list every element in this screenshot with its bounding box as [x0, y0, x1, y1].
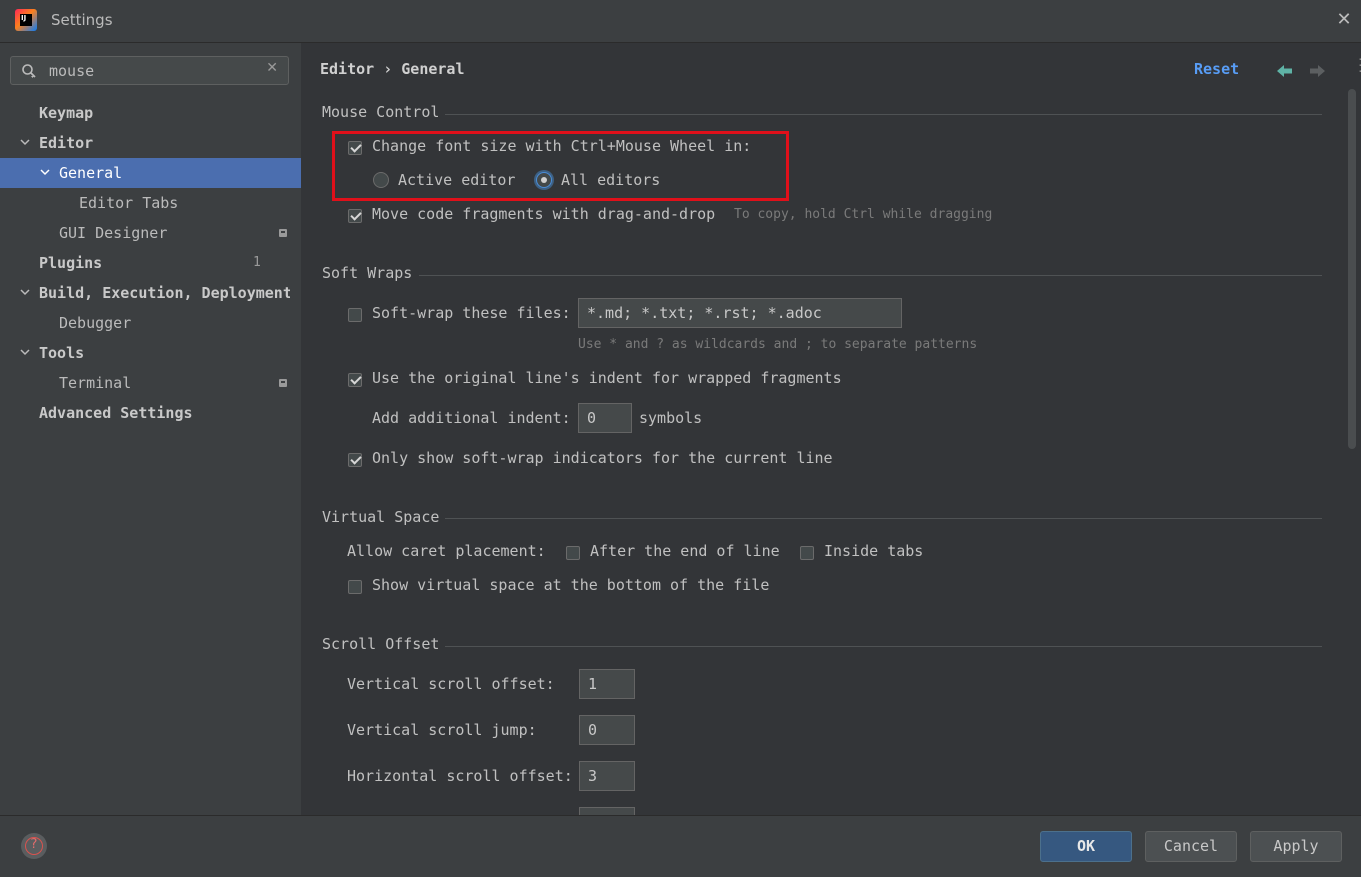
breadcrumb-current: General — [401, 60, 465, 78]
section-divider — [445, 518, 1322, 519]
tree-item-editor[interactable]: Editor — [0, 128, 301, 158]
horizontal-scroll-offset-label: Horizontal scroll offset: — [347, 767, 573, 785]
settings-tree: Keymap Editor General Editor Tabs GUI De… — [0, 98, 301, 428]
move-code-checkbox[interactable] — [348, 209, 362, 223]
chevron-down-icon[interactable] — [19, 128, 31, 158]
after-end-of-line-label: After the end of line — [590, 542, 780, 560]
section-title-soft-wraps: Soft Wraps — [322, 264, 413, 282]
section-divider — [445, 114, 1322, 115]
settings-content: Editor › General Reset ··· Mouse Control… — [301, 43, 1361, 815]
show-virtual-space-label: Show virtual space at the bottom of the … — [372, 576, 770, 594]
soft-wrap-hint: Use * and ? as wildcards and ; to separa… — [578, 337, 978, 352]
breadcrumb-parent[interactable]: Editor — [320, 60, 374, 78]
show-virtual-space-checkbox[interactable] — [348, 580, 362, 594]
horizontal-scroll-offset-field[interactable]: 3 — [579, 761, 635, 791]
after-end-of-line-checkbox[interactable] — [566, 546, 580, 560]
vertical-scroll-offset-field[interactable]: 1 — [579, 669, 635, 699]
allow-caret-label: Allow caret placement: — [347, 542, 546, 560]
tree-item-label: Tools — [39, 344, 85, 362]
soft-wrap-checkbox[interactable] — [348, 308, 362, 322]
tree-item-label: Terminal — [59, 374, 132, 392]
only-show-indicators-label: Only show soft-wrap indicators for the c… — [372, 449, 833, 467]
app-logo-icon: IJ — [15, 9, 37, 31]
highlight-annotation — [332, 131, 789, 201]
tree-item-gui-designer[interactable]: GUI Designer — [0, 218, 301, 248]
add-indent-field[interactable]: 0 — [578, 403, 632, 433]
search-value: mouse — [49, 62, 95, 80]
window-title: Settings — [51, 11, 113, 29]
tree-item-advanced-settings[interactable]: Advanced Settings — [0, 398, 301, 428]
vertical-scroll-jump-label: Vertical scroll jump: — [347, 721, 537, 739]
section-divider — [419, 275, 1322, 276]
clear-search-icon[interactable]: ✕ — [266, 60, 278, 76]
title-bar: IJ Settings ✕ — [0, 0, 1361, 43]
section-title-virtual-space: Virtual Space — [322, 508, 440, 526]
search-icon — [22, 64, 36, 78]
back-arrow-icon[interactable] — [1277, 64, 1293, 78]
project-level-icon — [279, 379, 287, 387]
reset-link[interactable]: Reset — [1194, 60, 1239, 78]
tree-item-build[interactable]: Build, Execution, Deployment — [0, 278, 301, 308]
tree-item-editor-tabs[interactable]: Editor Tabs — [0, 188, 301, 218]
chevron-down-icon[interactable] — [39, 158, 51, 188]
close-icon[interactable]: ✕ — [1334, 10, 1354, 30]
tree-item-terminal[interactable]: Terminal — [0, 368, 301, 398]
search-input[interactable]: mouse ✕ — [10, 56, 289, 85]
only-show-indicators-checkbox[interactable] — [348, 453, 362, 467]
tree-item-label: Keymap — [39, 104, 94, 122]
tree-item-debugger[interactable]: Debugger — [0, 308, 301, 338]
add-indent-label: Add additional indent: — [372, 409, 571, 427]
tree-item-label: Debugger — [59, 314, 132, 332]
tree-item-label: Editor — [39, 134, 94, 152]
add-indent-unit: symbols — [639, 409, 703, 427]
tree-item-label: Advanced Settings — [39, 404, 193, 422]
tree-item-keymap[interactable]: Keymap — [0, 98, 301, 128]
soft-wrap-patterns-field[interactable]: *.md; *.txt; *.rst; *.adoc — [578, 298, 902, 328]
original-indent-checkbox[interactable] — [348, 373, 362, 387]
tree-item-label: Editor Tabs — [79, 194, 179, 212]
settings-sidebar: mouse ✕ Keymap Editor General Editor Tab… — [0, 43, 301, 815]
vertical-scrollbar[interactable] — [1348, 89, 1356, 449]
chevron-down-icon[interactable] — [19, 338, 31, 368]
tree-item-general[interactable]: General — [0, 158, 301, 188]
move-code-label: Move code fragments with drag-and-drop — [372, 205, 716, 223]
tree-item-label: Plugins — [39, 254, 103, 272]
tree-item-plugins[interactable]: Plugins 1 — [0, 248, 301, 278]
more-options-icon[interactable]: ··· — [1357, 54, 1361, 77]
forward-arrow-icon[interactable] — [1309, 64, 1325, 78]
move-code-hint: To copy, hold Ctrl while dragging — [734, 207, 993, 222]
tree-item-label: Build, Execution, Deployment — [39, 284, 290, 302]
cancel-button[interactable]: Cancel — [1145, 831, 1237, 862]
section-title-scroll-offset: Scroll Offset — [322, 635, 440, 653]
original-indent-label: Use the original line's indent for wrapp… — [372, 369, 842, 387]
breadcrumb-separator: › — [383, 60, 393, 78]
vertical-scroll-jump-field[interactable]: 0 — [579, 715, 635, 745]
apply-button[interactable]: Apply — [1250, 831, 1342, 862]
dialog-footer: ? OK Cancel Apply — [0, 815, 1361, 877]
ok-button[interactable]: OK — [1040, 831, 1132, 862]
chevron-down-icon[interactable] — [19, 278, 31, 308]
project-level-icon — [279, 229, 287, 237]
section-title-mouse-control: Mouse Control — [322, 103, 440, 121]
tree-item-label: GUI Designer — [59, 224, 168, 242]
partially-visible-field[interactable] — [579, 807, 635, 815]
inside-tabs-checkbox[interactable] — [800, 546, 814, 560]
help-button[interactable]: ? — [21, 833, 47, 859]
tree-item-label: General — [59, 164, 123, 182]
plugins-count-badge: 1 — [253, 255, 261, 270]
soft-wrap-label: Soft-wrap these files: — [372, 304, 571, 322]
section-divider — [445, 646, 1322, 647]
breadcrumb: Editor › General — [320, 60, 465, 78]
help-icon: ? — [30, 837, 38, 852]
inside-tabs-label: Inside tabs — [824, 542, 924, 560]
vertical-scroll-offset-label: Vertical scroll offset: — [347, 675, 555, 693]
tree-item-tools[interactable]: Tools — [0, 338, 301, 368]
